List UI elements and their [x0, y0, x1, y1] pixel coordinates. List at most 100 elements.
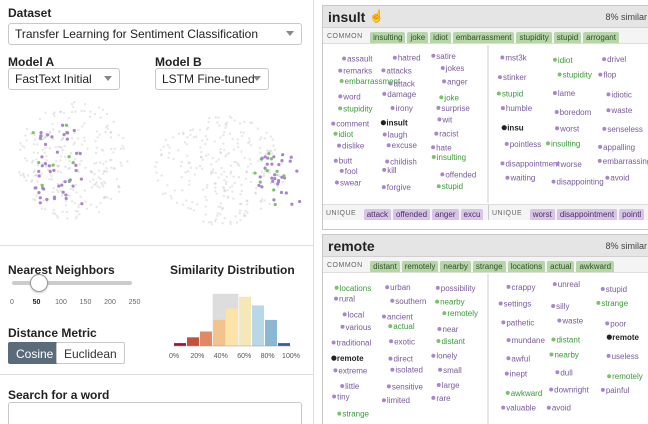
word-tag[interactable]: embarrassment	[452, 31, 515, 43]
word-label[interactable]: local	[348, 310, 365, 319]
word-label[interactable]: unreal	[558, 280, 580, 289]
word-label[interactable]: strange	[601, 299, 628, 308]
word-label[interactable]: embarrassment	[345, 77, 401, 86]
word-label[interactable]: distant	[441, 337, 465, 346]
word-label[interactable]: locations	[340, 284, 372, 293]
word-label[interactable]: near	[442, 325, 458, 334]
word-label[interactable]: excuse	[392, 141, 418, 150]
word-tag[interactable]: distant	[370, 260, 400, 272]
word-tag[interactable]: stupidity	[516, 31, 552, 43]
word-tag[interactable]: joke	[407, 31, 429, 43]
cosine-button[interactable]: Cosine	[8, 342, 62, 364]
word-label[interactable]: lame	[558, 89, 576, 98]
word-label[interactable]: assault	[347, 55, 373, 64]
word-tag[interactable]: worst	[529, 208, 555, 220]
word-label[interactable]: jokes	[445, 64, 465, 73]
word-label[interactable]: comment	[336, 120, 370, 129]
word-tag[interactable]: awkward	[576, 260, 615, 272]
word-label[interactable]: word	[342, 92, 360, 101]
embedding-plot-b[interactable]	[150, 95, 310, 235]
word-label[interactable]: stupid	[442, 182, 463, 191]
word-label[interactable]: ancient	[387, 313, 414, 322]
word-label[interactable]: avoid	[552, 404, 571, 413]
word-label[interactable]: remotely	[612, 372, 643, 381]
word-label[interactable]: dull	[560, 368, 573, 377]
word-label[interactable]: attacks	[386, 66, 411, 75]
word-label[interactable]: useless	[612, 352, 639, 361]
word-tag[interactable]: attack	[363, 208, 392, 220]
word-label[interactable]: silly	[556, 302, 569, 311]
word-label[interactable]: remote	[612, 333, 639, 342]
word-tag[interactable]: excu	[460, 208, 484, 220]
word-label[interactable]: southern	[395, 297, 426, 306]
word-label[interactable]: insu	[507, 124, 524, 133]
word-label[interactable]: racist	[439, 130, 459, 139]
word-tag[interactable]: locations	[507, 260, 546, 272]
word-label[interactable]: stupid	[502, 89, 523, 98]
dataset-select[interactable]: Transfer Learning for Sentiment Classifi…	[8, 23, 302, 45]
word-label[interactable]: rare	[436, 394, 451, 403]
word-tag[interactable]: disappointment	[556, 208, 618, 220]
embedding-plot-a[interactable]	[8, 95, 148, 235]
word-label[interactable]: mst3k	[505, 53, 527, 62]
word-label[interactable]: damage	[387, 90, 416, 99]
word-label[interactable]: humble	[506, 104, 533, 113]
word-tag[interactable]: arrogant	[583, 31, 619, 43]
word-label[interactable]: large	[442, 381, 460, 390]
word-label[interactable]: downright	[554, 385, 589, 394]
word-label[interactable]: insulting	[437, 153, 466, 162]
word-tag[interactable]: strange	[472, 260, 506, 272]
word-label[interactable]: senseless	[607, 125, 643, 134]
word-label[interactable]: surprise	[441, 104, 470, 113]
word-label[interactable]: limited	[387, 396, 410, 405]
word-label[interactable]: stupidity	[563, 70, 592, 79]
word-label[interactable]: joke	[443, 93, 459, 102]
word-label[interactable]: satire	[436, 52, 456, 61]
word-label[interactable]: poor	[610, 319, 626, 328]
word-label[interactable]: insulting	[551, 139, 580, 148]
word-label[interactable]: inept	[510, 370, 528, 379]
word-label[interactable]: insult	[386, 119, 408, 128]
word-label[interactable]: tiny	[337, 392, 349, 401]
model-a-select[interactable]: FastText Initial	[8, 68, 120, 90]
word-label[interactable]: stinker	[503, 73, 527, 82]
word-label[interactable]: laugh	[388, 131, 408, 140]
word-label[interactable]: extreme	[338, 366, 367, 375]
word-label[interactable]: avoid	[610, 174, 629, 183]
word-label[interactable]: disappointing	[557, 178, 604, 187]
word-label[interactable]: hate	[436, 143, 452, 152]
word-label[interactable]: little	[345, 382, 360, 391]
word-label[interactable]: flop	[603, 71, 616, 80]
word-label[interactable]: boredom	[560, 108, 592, 117]
word-label[interactable]: attack	[394, 80, 416, 89]
search-input[interactable]	[8, 402, 302, 424]
word-label[interactable]: hatred	[398, 54, 421, 63]
word-label[interactable]: pointless	[510, 140, 542, 149]
model-b-select[interactable]: LSTM Fine-tuned	[155, 68, 269, 90]
word-label[interactable]: idiotic	[611, 90, 631, 99]
word-label[interactable]: settings	[504, 300, 532, 309]
euclidean-button[interactable]: Euclidean	[56, 342, 125, 364]
word-label[interactable]: anger	[447, 77, 468, 86]
word-label[interactable]: waiting	[509, 174, 535, 183]
word-label[interactable]: painful	[606, 386, 630, 395]
word-label[interactable]: worse	[560, 160, 583, 169]
word-label[interactable]: nearby	[440, 298, 464, 307]
word-label[interactable]: wit	[441, 115, 453, 124]
word-label[interactable]: crappy	[511, 283, 535, 292]
word-label[interactable]: possibility	[441, 284, 476, 293]
word-label[interactable]: valuable	[506, 404, 536, 413]
word-tag[interactable]: idiot	[430, 31, 451, 43]
word-label[interactable]: appalling	[603, 143, 635, 152]
word-label[interactable]: small	[443, 366, 462, 375]
word-label[interactable]: butt	[339, 157, 353, 166]
neighbor-plot-remote[interactable]: locations urban possibility rural southern ne…	[323, 274, 648, 424]
word-label[interactable]: dislike	[342, 142, 365, 151]
word-tag[interactable]: insulting	[370, 31, 406, 43]
word-label[interactable]: traditional	[337, 338, 372, 347]
word-label[interactable]: direct	[393, 355, 413, 364]
word-tag[interactable]: pointl	[619, 208, 645, 220]
word-tag[interactable]: stupid	[553, 31, 582, 43]
word-label[interactable]: exotic	[394, 337, 415, 346]
word-label[interactable]: stupid	[606, 285, 627, 294]
